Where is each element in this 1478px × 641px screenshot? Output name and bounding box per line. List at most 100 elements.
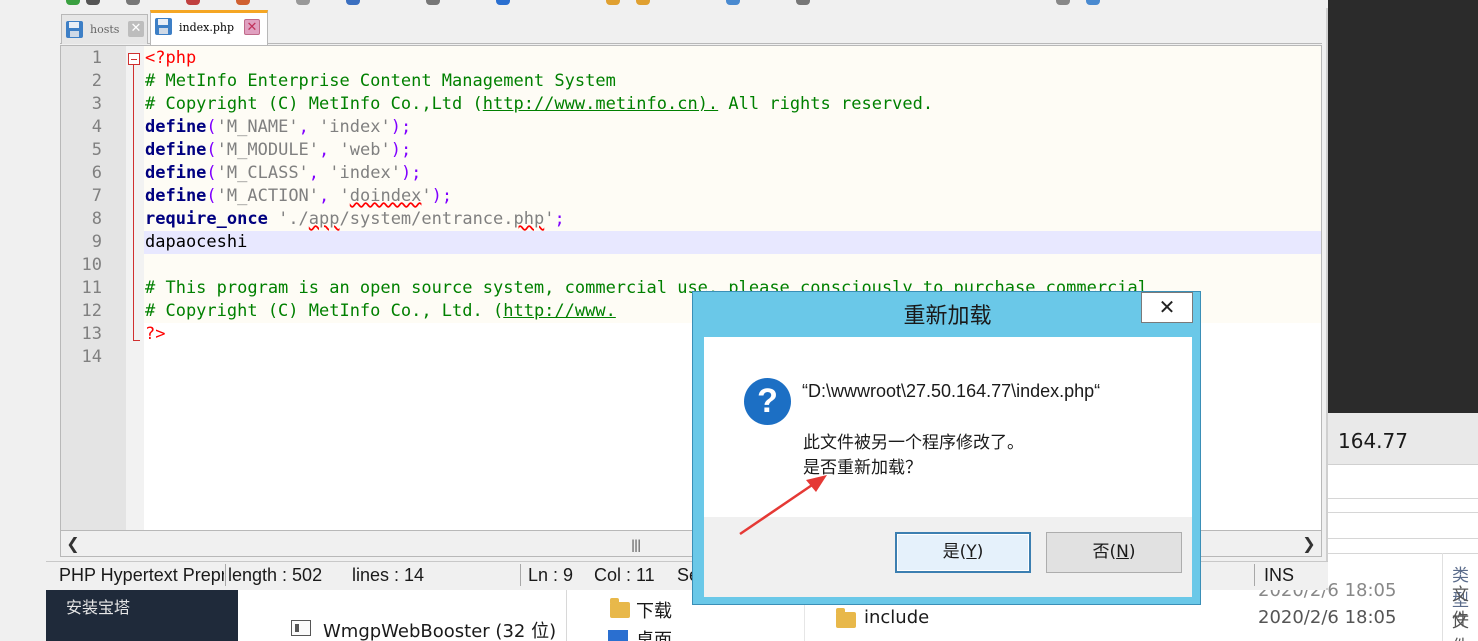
desktop-left-strip: [0, 0, 46, 641]
code-line[interactable]: define('M_ACTION', 'doindex');: [145, 185, 452, 208]
undo-icon[interactable]: [426, 0, 440, 5]
code-token: # Copyright (C) MetInfo Co., Ltd. (: [145, 301, 504, 321]
close-tab-icon[interactable]: ✕: [128, 21, 144, 37]
code-token: (: [206, 117, 217, 137]
yes-label-end: ): [976, 542, 984, 562]
cut-icon[interactable]: [296, 0, 310, 5]
line-number: 14: [81, 347, 102, 367]
question-icon: ?: [744, 378, 791, 425]
yes-button[interactable]: 是(Y): [895, 532, 1031, 573]
code-token: php: [513, 209, 545, 229]
scroll-left-icon[interactable]: ❮: [63, 534, 83, 554]
line-number: 5: [91, 140, 102, 160]
line-number: 1: [91, 48, 102, 68]
zoom-out-icon[interactable]: [636, 0, 650, 5]
taskbar-item-bt[interactable]: 安装宝塔: [46, 588, 238, 641]
code-token: );: [431, 186, 453, 206]
play-macro-icon[interactable]: [1086, 0, 1100, 5]
code-token: All rights reserved.: [718, 94, 934, 114]
code-token: dapaoceshi: [145, 232, 248, 252]
fold-margin[interactable]: [126, 46, 144, 530]
indent-guide-icon[interactable]: [796, 0, 810, 5]
fold-end-marker: [133, 340, 140, 341]
scroll-right-icon[interactable]: ❯: [1299, 534, 1319, 554]
code-line[interactable]: define('M_CLASS', 'index');: [145, 162, 421, 185]
code-token: define: [145, 140, 207, 160]
floppy-disk-icon: [66, 21, 83, 38]
status-insert-mode[interactable]: INS: [1264, 565, 1294, 586]
copy-icon[interactable]: [346, 0, 360, 5]
status-lines: lines : 14: [352, 565, 425, 585]
code-token: );: [390, 140, 412, 160]
no-button[interactable]: 否(N): [1046, 532, 1182, 573]
line-number: 2: [91, 71, 102, 91]
reload-dialog: 重新加载 ✕ ? “D:\wwwroot\27.50.164.77\index.…: [692, 291, 1201, 605]
nav-item-downloads[interactable]: 下载: [636, 597, 672, 623]
code-line[interactable]: dapaoceshi: [145, 231, 247, 254]
no-label-end: ): [1128, 542, 1136, 562]
record-macro-icon[interactable]: [1056, 0, 1070, 5]
print-icon[interactable]: [236, 0, 250, 5]
column-separator: [1442, 553, 1443, 641]
line-number: 3: [91, 94, 102, 114]
code-token: app: [308, 209, 340, 229]
code-token: 'M_CLASS': [216, 163, 309, 183]
code-token: ,: [319, 140, 340, 160]
divider: [1328, 498, 1478, 499]
divider: [1328, 512, 1478, 513]
file-row-include[interactable]: include: [864, 607, 929, 628]
explorer-address-title: 164.77: [1328, 413, 1478, 465]
close-file-icon[interactable]: [186, 0, 200, 5]
code-token: http://www.: [503, 301, 616, 321]
scroll-thumb-grip-icon[interactable]: |||: [631, 538, 647, 552]
code-line[interactable]: # Copyright (C) MetInfo Co., Ltd. (http:…: [145, 300, 616, 323]
code-token: http://www.metinfo.cn).: [482, 94, 719, 114]
code-token: define: [145, 186, 207, 206]
no-accel-key: N: [1116, 542, 1129, 562]
line-number: 6: [91, 163, 102, 183]
code-token: );: [390, 117, 412, 137]
new-file-icon[interactable]: [66, 0, 80, 5]
desktop-icon: [608, 630, 628, 641]
save-icon[interactable]: [126, 0, 140, 5]
line-number: 13: [81, 324, 102, 344]
nav-item-desktop[interactable]: 桌面: [636, 626, 672, 641]
download-folder-icon: [610, 598, 630, 618]
code-line[interactable]: require_once './app/system/entrance.php'…: [145, 208, 565, 231]
file-date-cell: 2020/2/6 18:05: [1258, 607, 1397, 628]
code-line[interactable]: define('M_MODULE', 'web');: [145, 139, 411, 162]
fold-collapse-icon[interactable]: [128, 53, 140, 65]
floppy-disk-icon: [155, 18, 172, 35]
code-token: './: [278, 209, 309, 229]
dialog-question: 是否重新加载？: [803, 458, 922, 478]
close-tab-icon[interactable]: ✕: [244, 19, 260, 35]
explorer-pane-separator[interactable]: [566, 588, 567, 641]
code-token: (: [206, 163, 217, 183]
code-token: ': [544, 209, 555, 229]
wrap-icon[interactable]: [726, 0, 740, 5]
taskbar-item-label: 安装宝塔: [66, 598, 131, 617]
code-token: /system/entrance.: [339, 209, 514, 229]
close-icon[interactable]: ✕: [1141, 292, 1193, 323]
divider: [1328, 538, 1478, 539]
tab-hosts[interactable]: hosts ✕: [61, 14, 148, 44]
code-line[interactable]: define('M_NAME', 'index');: [145, 116, 411, 139]
start-menu-item-wmgp[interactable]: WmgpWebBooster (32 位): [323, 617, 556, 641]
code-line[interactable]: ?>: [145, 323, 165, 346]
code-line[interactable]: # Copyright (C) MetInfo Co.,Ltd (http://…: [145, 93, 933, 116]
code-token: (: [206, 140, 217, 160]
zoom-in-icon[interactable]: [606, 0, 620, 5]
file-type-cell: 文件: [1452, 612, 1469, 641]
code-line[interactable]: <?php: [145, 47, 196, 70]
line-number: 10: [81, 255, 102, 275]
divider: [1328, 553, 1478, 554]
code-line[interactable]: # MetInfo Enterprise Content Management …: [145, 70, 616, 93]
tab-label: hosts: [90, 23, 120, 36]
current-line-highlight: [144, 231, 1321, 254]
dialog-message: 此文件被另一个程序修改了。: [803, 433, 1024, 453]
open-file-icon[interactable]: [86, 0, 100, 5]
tab-index-php[interactable]: index.php ✕: [150, 10, 268, 45]
status-column: Col : 11: [594, 565, 655, 585]
find-icon[interactable]: [496, 0, 510, 5]
